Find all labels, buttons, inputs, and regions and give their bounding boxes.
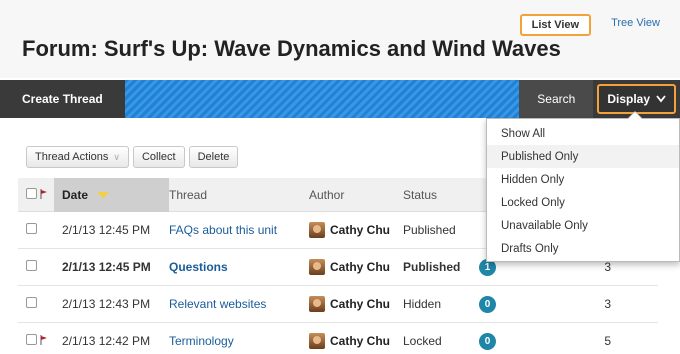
author-name: Cathy Chu [330, 260, 390, 274]
status-header[interactable]: Status [403, 188, 471, 202]
row-checkbox[interactable] [26, 297, 37, 308]
menu-item-locked-only[interactable]: Locked Only [487, 191, 679, 214]
author-name: Cathy Chu [330, 334, 390, 348]
row-status: Published [403, 260, 461, 274]
avatar [309, 333, 325, 349]
total-posts: 3 [604, 260, 611, 274]
row-author: Cathy Chu [309, 296, 403, 312]
chevron-down-icon [656, 95, 666, 103]
sort-descending-icon [97, 191, 110, 198]
display-button[interactable]: Display [597, 84, 676, 114]
view-toggle: List View Tree View [519, 14, 670, 36]
avatar [309, 296, 325, 312]
author-name: Cathy Chu [330, 297, 390, 311]
author-header[interactable]: Author [309, 188, 403, 202]
total-posts: 5 [604, 334, 611, 348]
page-title: Forum: Surf's Up: Wave Dynamics and Wind… [22, 36, 561, 61]
menu-item-published-only[interactable]: Published Only [487, 145, 679, 168]
row-author: Cathy Chu [309, 259, 403, 275]
thread-actions-button[interactable]: Thread Actions ∨ [26, 146, 129, 168]
table-row: 2/1/13 12:42 PM Terminology Cathy Chu Lo… [18, 323, 658, 354]
row-checkbox[interactable] [26, 223, 37, 234]
display-button-label: Display [607, 92, 650, 106]
flag-icon[interactable] [40, 335, 48, 345]
thread-link[interactable]: FAQs about this unit [169, 223, 277, 237]
avatar [309, 222, 325, 238]
flag-icon[interactable] [40, 188, 48, 199]
row-checkbox[interactable] [26, 260, 37, 271]
menu-item-unavailable-only[interactable]: Unavailable Only [487, 214, 679, 237]
delete-button[interactable]: Delete [188, 146, 239, 168]
menu-item-drafts-only[interactable]: Drafts Only [487, 237, 679, 260]
row-checkbox[interactable] [26, 334, 37, 345]
thread-link[interactable]: Questions [169, 260, 228, 274]
author-name: Cathy Chu [330, 223, 390, 237]
page-header: List View Tree View Forum: Surf's Up: Wa… [0, 0, 680, 78]
total-posts: 3 [604, 297, 611, 311]
action-bar: Create Thread Search Display [0, 80, 680, 118]
unread-badge[interactable]: 0 [479, 295, 496, 313]
collect-button[interactable]: Collect [132, 146, 185, 168]
chevron-down-icon: ∨ [113, 151, 120, 162]
thread-header[interactable]: Thread [169, 188, 309, 202]
row-date: 2/1/13 12:45 PM [62, 223, 151, 237]
row-status: Hidden [403, 297, 442, 311]
create-thread-button[interactable]: Create Thread [0, 80, 125, 118]
list-view-button[interactable]: List View [519, 14, 592, 36]
table-row: 2/1/13 12:43 PM Relevant websites Cathy … [18, 286, 658, 323]
menu-item-hidden-only[interactable]: Hidden Only [487, 168, 679, 191]
unread-badge[interactable]: 0 [479, 332, 496, 350]
row-date: 2/1/13 12:42 PM [62, 334, 151, 348]
thread-actions-label: Thread Actions [35, 151, 109, 163]
sort-date-header[interactable]: Date [54, 177, 169, 212]
thread-toolbar: Thread Actions ∨ Collect Delete [26, 146, 239, 168]
thread-link[interactable]: Relevant websites [169, 297, 266, 311]
thread-link[interactable]: Terminology [169, 334, 234, 348]
date-header-label: Date [62, 187, 89, 202]
tree-view-button[interactable]: Tree View [601, 14, 670, 36]
select-all-checkbox[interactable] [26, 187, 37, 199]
display-menu: Show All Published Only Hidden Only Lock… [486, 111, 680, 262]
action-bar-stripe [124, 80, 520, 118]
menu-item-show-all[interactable]: Show All [487, 122, 679, 145]
row-date: 2/1/13 12:45 PM [62, 260, 151, 274]
row-status: Locked [403, 334, 442, 348]
row-author: Cathy Chu [309, 222, 403, 238]
avatar [309, 259, 325, 275]
row-author: Cathy Chu [309, 333, 403, 349]
search-button[interactable]: Search [519, 80, 594, 118]
row-status: Published [403, 223, 456, 237]
row-date: 2/1/13 12:43 PM [62, 297, 151, 311]
